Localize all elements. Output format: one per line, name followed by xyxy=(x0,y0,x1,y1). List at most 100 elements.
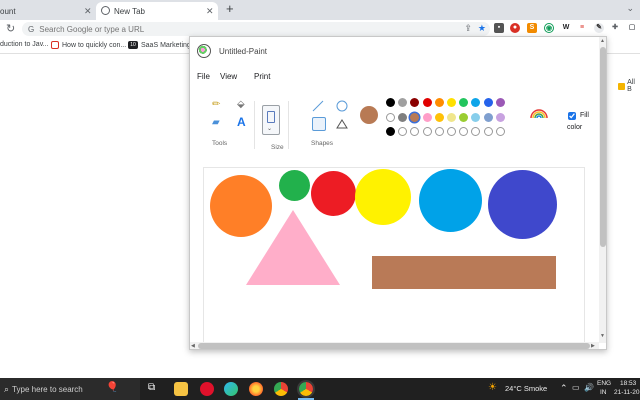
color-swatch[interactable] xyxy=(398,112,408,122)
taskbar-search[interactable]: ⌕ Type here to search 🎈 xyxy=(0,378,140,400)
menu-file[interactable]: File xyxy=(197,72,210,81)
chrome-icon[interactable] xyxy=(297,380,315,398)
volume-icon[interactable]: 🔊 xyxy=(584,383,594,405)
color-swatch[interactable] xyxy=(495,127,505,136)
menu-view[interactable]: View xyxy=(220,72,237,81)
tab-label: ount xyxy=(0,6,16,16)
app-title: Untitled-Paint xyxy=(219,47,268,56)
bookmark-item[interactable]: How to quickly con... xyxy=(51,41,126,49)
text-icon[interactable]: A xyxy=(237,115,246,129)
rectangle-shape-icon[interactable] xyxy=(312,117,326,131)
edge-icon[interactable] xyxy=(224,382,238,396)
chevron-down-icon[interactable]: ▼ xyxy=(600,333,605,339)
extension-icon[interactable]: S xyxy=(527,23,537,33)
color-swatch[interactable] xyxy=(459,112,469,122)
bookmark-item[interactable]: 10 SaaS Marketing P xyxy=(128,41,197,49)
puzzle-icon[interactable]: ✚ xyxy=(610,23,620,33)
weather-icon[interactable]: ☀ xyxy=(488,382,497,393)
eraser-icon[interactable]: ▰ xyxy=(212,117,220,128)
color-swatch[interactable] xyxy=(471,98,481,107)
green-circle xyxy=(279,170,310,201)
extension-icon[interactable]: ◉ xyxy=(544,23,554,33)
extension-icon[interactable]: ● xyxy=(510,23,520,33)
star-icon[interactable]: ★ xyxy=(478,23,486,34)
pencil-icon[interactable]: ✏ xyxy=(212,99,220,110)
color-swatch[interactable] xyxy=(410,98,420,107)
all-bookmarks[interactable]: All B xyxy=(618,79,640,93)
current-color-swatch[interactable] xyxy=(360,106,378,124)
extension-icon[interactable]: ▪ xyxy=(494,23,504,33)
triangle-shape-icon[interactable] xyxy=(336,119,348,129)
color-swatch[interactable] xyxy=(483,112,493,122)
menu-print[interactable]: Print xyxy=(254,72,270,81)
tab-strip: ount ✕ New Tab ✕ + ⌄ xyxy=(0,0,640,20)
color-swatch[interactable] xyxy=(386,112,395,122)
chrome-icon[interactable] xyxy=(274,382,288,396)
extension-icon[interactable]: ≡ xyxy=(577,23,587,33)
chevron-up-icon[interactable]: ▲ xyxy=(600,38,605,44)
firefox-icon[interactable] xyxy=(249,382,263,396)
paint-extension-icon[interactable]: ✎ xyxy=(594,23,604,33)
color-swatch[interactable] xyxy=(434,98,444,107)
color-swatch[interactable] xyxy=(434,127,444,136)
scroll-thumb[interactable] xyxy=(600,47,606,247)
size-button[interactable]: ⌄ xyxy=(262,105,280,135)
fill-bucket-icon[interactable]: ⬙ xyxy=(237,99,245,110)
network-icon[interactable]: ▭ xyxy=(572,383,580,405)
color-swatch[interactable] xyxy=(398,127,408,136)
share-icon[interactable]: ⇪ xyxy=(464,23,472,34)
color-swatch[interactable] xyxy=(495,98,505,107)
color-swatch[interactable] xyxy=(398,98,408,107)
weather-text[interactable]: 24°C Smoke xyxy=(505,384,547,406)
close-icon[interactable]: ✕ xyxy=(84,6,92,17)
task-view-icon[interactable]: ⧉ xyxy=(148,382,162,396)
drawing-canvas[interactable] xyxy=(203,167,585,347)
vertical-scrollbar[interactable]: ▲ ▼ xyxy=(599,37,606,343)
divider xyxy=(254,101,255,149)
fill-color-checkbox[interactable] xyxy=(568,112,576,120)
tab-new-tab[interactable]: New Tab ✕ xyxy=(96,2,218,20)
chevron-right-icon[interactable]: ▶ xyxy=(591,343,595,349)
new-tab-button[interactable]: + xyxy=(226,1,234,16)
color-swatch[interactable] xyxy=(410,112,420,122)
extension-icon[interactable]: W xyxy=(561,23,571,33)
rainbow-icon[interactable] xyxy=(530,109,548,119)
color-swatch[interactable] xyxy=(483,98,493,107)
horizontal-scrollbar[interactable]: ◀ ▶ xyxy=(190,342,599,349)
color-swatch[interactable] xyxy=(422,112,432,122)
color-swatch[interactable] xyxy=(459,127,469,136)
opera-icon[interactable] xyxy=(200,382,214,396)
line-shape-icon[interactable] xyxy=(312,100,324,112)
reload-icon[interactable]: ↻ xyxy=(6,22,15,35)
omnibox[interactable]: G ⇪ ★ xyxy=(22,22,490,36)
color-swatch[interactable] xyxy=(422,98,432,107)
size-label: Size xyxy=(271,144,284,151)
color-swatch[interactable] xyxy=(447,112,456,122)
clock-date[interactable]: 21-11-20 xyxy=(614,389,640,411)
chevron-down-icon[interactable]: ⌄ xyxy=(626,3,634,14)
color-swatch[interactable] xyxy=(459,98,469,107)
color-swatch[interactable] xyxy=(471,127,481,136)
chevron-up-icon[interactable]: ⌃ xyxy=(560,383,568,405)
search-icon: ⌕ xyxy=(4,383,10,394)
color-swatch[interactable] xyxy=(447,127,456,136)
color-swatch[interactable] xyxy=(447,98,456,107)
circle-shape-icon[interactable] xyxy=(336,100,348,112)
color-swatch[interactable] xyxy=(422,127,432,136)
color-swatch[interactable] xyxy=(483,127,493,136)
color-swatch[interactable] xyxy=(471,112,481,122)
globe-icon xyxy=(101,6,110,15)
chevron-left-icon[interactable]: ◀ xyxy=(191,343,195,349)
close-icon[interactable]: ✕ xyxy=(206,6,214,17)
tab-account[interactable]: ount ✕ xyxy=(0,2,96,20)
color-swatch[interactable] xyxy=(386,98,395,107)
menu-icon[interactable]: ▢ xyxy=(627,23,637,33)
scroll-thumb[interactable] xyxy=(198,343,590,349)
address-input[interactable] xyxy=(39,24,400,34)
file-explorer-icon[interactable] xyxy=(174,382,188,396)
color-swatch[interactable] xyxy=(410,127,420,136)
color-swatch[interactable] xyxy=(495,112,505,122)
bookmark-item[interactable]: duction to Jav... xyxy=(0,41,49,48)
color-swatch[interactable] xyxy=(434,112,444,122)
color-swatch[interactable] xyxy=(386,127,395,136)
